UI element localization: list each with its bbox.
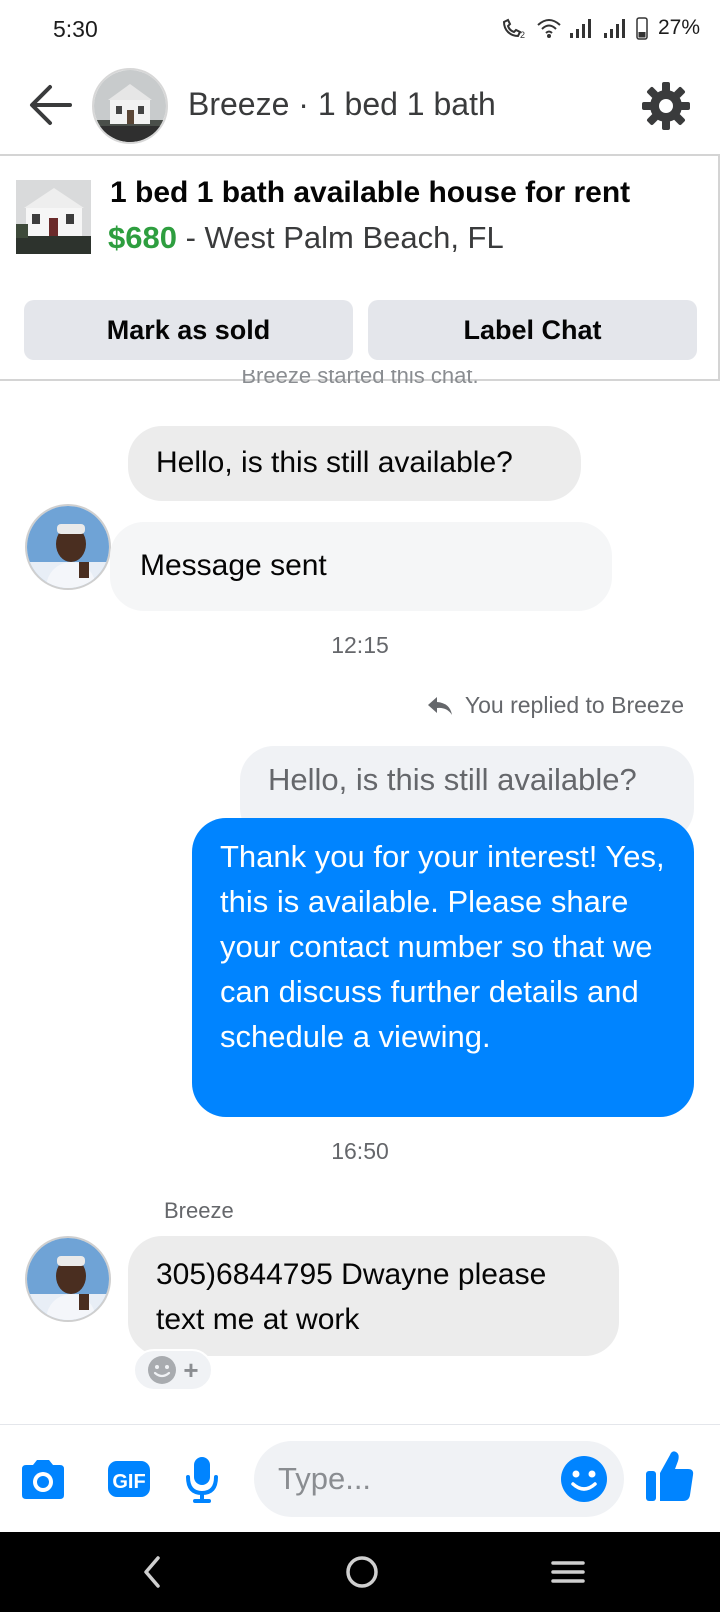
listing-card[interactable]: 1 bed 1 bath available house for rent $6… bbox=[0, 154, 720, 381]
incoming-message[interactable]: 305)6844795 Dwayne please text me at wor… bbox=[128, 1236, 619, 1356]
listing-location: West Palm Beach, FL bbox=[204, 220, 504, 255]
outgoing-message[interactable]: Thank you for your interest! Yes, this i… bbox=[192, 818, 694, 1117]
chat-started-notice: Breeze started this chat. bbox=[241, 370, 479, 388]
thumbs-up-icon bbox=[646, 1451, 694, 1501]
house-photo bbox=[94, 70, 166, 142]
back-arrow-icon bbox=[30, 85, 72, 125]
replied-text: You replied to Breeze bbox=[464, 692, 684, 718]
listing-thumbnail[interactable] bbox=[16, 180, 91, 254]
like-button[interactable] bbox=[644, 1449, 696, 1508]
emoji-icon bbox=[561, 1456, 607, 1502]
listing-price: $680 bbox=[108, 220, 177, 255]
svg-text:2: 2 bbox=[520, 30, 525, 40]
avatar[interactable] bbox=[25, 504, 111, 590]
settings-button[interactable] bbox=[640, 80, 692, 132]
battery-icon bbox=[636, 17, 648, 40]
avatar-photo bbox=[27, 506, 109, 588]
wifi-icon bbox=[537, 19, 561, 38]
nav-back-button[interactable] bbox=[140, 1554, 164, 1595]
back-button[interactable] bbox=[26, 82, 76, 128]
gif-button[interactable]: GIF bbox=[106, 1459, 152, 1504]
svg-text:GIF: GIF bbox=[112, 1471, 145, 1493]
microphone-icon bbox=[186, 1457, 218, 1503]
mark-as-sold-button[interactable]: Mark as sold bbox=[24, 300, 353, 360]
header-title[interactable]: Breeze · 1 bed 1 bath bbox=[188, 86, 496, 123]
signal-icon-1 bbox=[569, 19, 591, 38]
message-input-placeholder: Type... bbox=[278, 1461, 372, 1496]
sender-name: Breeze bbox=[164, 1198, 234, 1223]
smiley-react-icon bbox=[148, 1356, 177, 1384]
header-avatar[interactable] bbox=[92, 68, 168, 144]
emoji-button[interactable] bbox=[560, 1455, 608, 1508]
plus-icon: + bbox=[183, 1354, 199, 1385]
add-reaction-button[interactable]: + bbox=[133, 1349, 213, 1391]
status-icons: 2 27% bbox=[500, 14, 700, 42]
replied-notice: You replied to Breeze bbox=[427, 692, 684, 719]
chat-header: Breeze · 1 bed 1 bath bbox=[0, 58, 720, 154]
microphone-button[interactable] bbox=[184, 1455, 220, 1510]
chevron-left-icon bbox=[144, 1556, 160, 1588]
incoming-message[interactable]: Hello, is this still available? bbox=[128, 426, 581, 501]
avatar[interactable] bbox=[25, 1236, 111, 1322]
status-bar: 5:30 2 27% bbox=[0, 0, 720, 58]
camera-icon bbox=[22, 1460, 64, 1499]
gear-icon bbox=[642, 82, 690, 130]
reply-arrow-icon bbox=[427, 696, 452, 715]
system-navigation-bar bbox=[0, 1532, 720, 1612]
gif-icon: GIF bbox=[108, 1461, 150, 1497]
nav-home-button[interactable] bbox=[344, 1554, 380, 1595]
nav-recents-button[interactable] bbox=[550, 1554, 586, 1595]
message-composer: GIF Type... bbox=[0, 1424, 720, 1532]
listing-title: 1 bed 1 bath available house for rent bbox=[110, 176, 631, 209]
listing-price-line: $680 - West Palm Beach, FL bbox=[108, 220, 504, 256]
label-chat-button[interactable]: Label Chat bbox=[368, 300, 697, 360]
home-circle-icon bbox=[346, 1556, 378, 1588]
timestamp: 16:50 bbox=[331, 1138, 389, 1164]
battery-percent: 27% bbox=[657, 16, 700, 39]
message-input[interactable]: Type... bbox=[254, 1441, 624, 1517]
avatar-photo bbox=[27, 1238, 109, 1320]
status-time: 5:30 bbox=[53, 16, 98, 42]
house-photo bbox=[16, 180, 91, 254]
camera-button[interactable] bbox=[18, 1459, 68, 1506]
timestamp: 12:15 bbox=[331, 632, 389, 658]
call-icon: 2 bbox=[502, 18, 525, 40]
listing-separator: - bbox=[176, 220, 205, 255]
signal-icon-2 bbox=[603, 19, 625, 38]
menu-lines-icon bbox=[551, 1561, 585, 1583]
incoming-message[interactable]: Message sent bbox=[110, 522, 612, 611]
